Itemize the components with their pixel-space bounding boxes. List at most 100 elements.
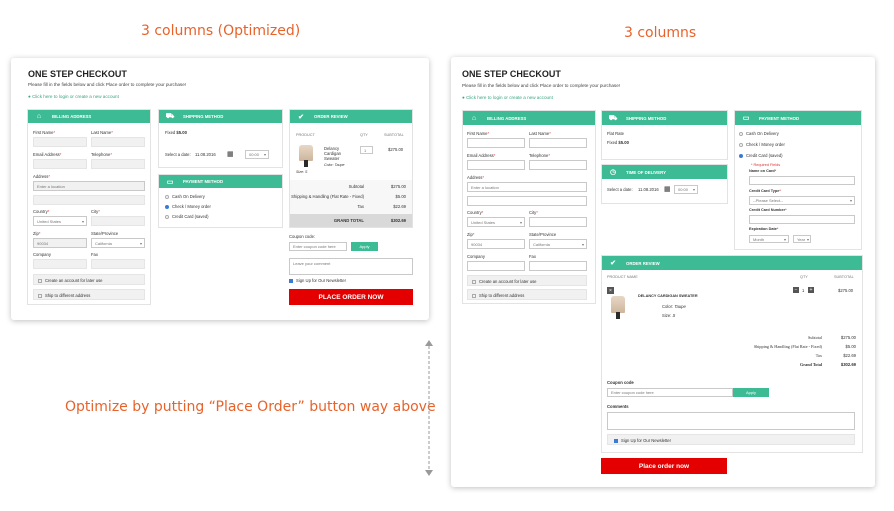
first-name-field[interactable] bbox=[467, 138, 525, 148]
select-date-label: Select a date: bbox=[607, 187, 633, 192]
calendar-icon[interactable]: ▦ bbox=[664, 185, 671, 193]
payment-option-cod[interactable]: Cash On Delivery bbox=[739, 131, 779, 136]
company-field[interactable] bbox=[33, 259, 87, 269]
comments-textarea[interactable] bbox=[607, 412, 855, 430]
country-select[interactable]: United States ▾ bbox=[33, 216, 87, 226]
chevron-down-icon: ▾ bbox=[692, 187, 695, 192]
country-select[interactable]: United States ▾ bbox=[467, 217, 525, 227]
payment-option-card[interactable]: Credit Card (saved) bbox=[165, 214, 209, 219]
delivery-section: ◷ TIME OF DELIVERY Select a date: 11.08.2… bbox=[601, 164, 728, 204]
address-field-2[interactable] bbox=[33, 195, 145, 205]
order-review-header: ✔ ORDER REVIEW bbox=[290, 110, 412, 123]
date-value[interactable]: 11.08.2016 bbox=[638, 187, 659, 192]
create-account-checkbox[interactable]: Create an account for later use bbox=[33, 274, 145, 285]
address-label: Address* bbox=[33, 174, 51, 179]
card-number-field[interactable] bbox=[749, 215, 855, 224]
check-icon: ✔ bbox=[610, 260, 616, 267]
apply-button[interactable]: Apply bbox=[351, 242, 378, 251]
comment-textarea[interactable]: Leave your comment bbox=[289, 258, 413, 275]
fax-field[interactable] bbox=[91, 259, 145, 269]
last-name-field[interactable] bbox=[91, 137, 145, 147]
card-type-select[interactable]: --Please Select-- ▾ bbox=[749, 196, 855, 205]
zip-field[interactable]: 90034 bbox=[467, 239, 525, 249]
date-value[interactable]: 11.08.2016 bbox=[195, 152, 216, 157]
clock-icon: ◷ bbox=[609, 169, 617, 176]
company-field[interactable] bbox=[467, 261, 525, 271]
payment-option-check[interactable]: Check / Money order bbox=[739, 142, 785, 147]
truck-icon: ⛟ bbox=[165, 113, 175, 120]
apply-button[interactable]: Apply bbox=[733, 388, 769, 397]
qty-value: 1 bbox=[802, 288, 805, 293]
time-select[interactable]: 00:00 ▾ bbox=[245, 150, 269, 159]
time-select[interactable]: 00:00 ▾ bbox=[674, 185, 698, 194]
address-field-2[interactable] bbox=[467, 196, 587, 206]
tax-label: Tax bbox=[815, 353, 822, 358]
ship-different-checkbox[interactable]: Ship to different address bbox=[33, 289, 145, 300]
state-label: State/Province bbox=[529, 232, 557, 237]
fax-label: Fax bbox=[529, 254, 536, 259]
telephone-field[interactable] bbox=[91, 159, 145, 169]
state-select[interactable]: California ▾ bbox=[91, 238, 145, 248]
telephone-field[interactable] bbox=[529, 160, 587, 170]
product-price: $275.00 bbox=[838, 288, 854, 293]
chevron-down-icon: ▾ bbox=[806, 236, 809, 242]
payment-option-card[interactable]: Credit Card (saved) bbox=[739, 153, 783, 158]
card-type-label: Credit Card Type* bbox=[749, 189, 781, 193]
product-image bbox=[611, 296, 625, 319]
login-link[interactable]: ● Click here to login or create a new ac… bbox=[28, 94, 119, 99]
fax-field[interactable] bbox=[529, 261, 587, 271]
subtotal-value: $275.00 bbox=[840, 335, 856, 340]
home-icon: ⌂ bbox=[36, 113, 42, 120]
city-field[interactable] bbox=[529, 217, 587, 227]
col-qty: QTY bbox=[800, 275, 808, 279]
chevron-down-icon: ▾ bbox=[519, 219, 522, 225]
name-on-card-field[interactable] bbox=[749, 176, 855, 185]
chevron-down-icon: ▾ bbox=[81, 218, 84, 224]
telephone-label: Telephone* bbox=[529, 153, 550, 158]
state-select[interactable]: California ▾ bbox=[529, 239, 587, 249]
address-field[interactable]: Enter a location bbox=[467, 182, 587, 192]
product-size: Size: S bbox=[296, 170, 308, 174]
shipping-value: $5.00 bbox=[845, 344, 856, 349]
caption-left: 3 columns (Optimized) bbox=[141, 23, 301, 39]
tax-label: Tax bbox=[357, 204, 364, 209]
address-field[interactable]: Enter a location bbox=[33, 181, 145, 191]
calendar-icon[interactable]: ▦ bbox=[227, 150, 234, 158]
qty-input[interactable]: 1 bbox=[360, 146, 373, 154]
qty-plus-button[interactable]: + bbox=[808, 287, 814, 293]
credit-card-icon: ▭ bbox=[742, 115, 750, 122]
shipping-header: ⛟ SHIPPING METHOD bbox=[159, 110, 282, 123]
year-select[interactable]: Year ▾ bbox=[793, 235, 811, 243]
shipping-section: ⛟ SHIPPING METHOD Fixed $5.00 Select a da… bbox=[158, 109, 283, 168]
login-link[interactable]: ● Click here to login or create a new ac… bbox=[462, 95, 553, 100]
right-checkout-card: ONE STEP CHECKOUT Please fill in the fie… bbox=[451, 57, 875, 487]
place-order-button[interactable]: Place order now bbox=[601, 458, 727, 474]
coupon-input[interactable]: Enter coupon code here bbox=[607, 388, 733, 397]
month-select[interactable]: Month ▾ bbox=[749, 235, 789, 243]
last-name-field[interactable] bbox=[529, 138, 587, 148]
zip-field[interactable]: 90034 bbox=[33, 238, 87, 248]
coupon-input[interactable]: Enter coupon code here bbox=[289, 242, 347, 251]
zip-label: Zip* bbox=[33, 231, 41, 236]
grand-total-label: Grand Total bbox=[800, 362, 822, 367]
shipping-fixed: Fixed $5.00 bbox=[165, 130, 187, 135]
newsletter-checkbox[interactable]: Sign Up for Our Newsletter bbox=[289, 278, 346, 283]
country-label: Country* bbox=[467, 210, 484, 215]
required-note: * Required Fields bbox=[751, 163, 781, 167]
payment-option-cod[interactable]: Cash On Delivery bbox=[165, 194, 205, 199]
city-field[interactable] bbox=[91, 216, 145, 226]
email-field[interactable] bbox=[33, 159, 87, 169]
product-image bbox=[299, 145, 313, 167]
remove-item-icon[interactable]: × bbox=[607, 287, 614, 294]
chevron-down-icon: ▾ bbox=[581, 241, 584, 247]
place-order-button[interactable]: PLACE ORDER NOW bbox=[289, 289, 413, 305]
subtotal-label: Subtotal bbox=[808, 335, 822, 340]
payment-option-check[interactable]: Check / Money order bbox=[165, 204, 211, 209]
email-field[interactable] bbox=[467, 160, 525, 170]
qty-minus-button[interactable]: − bbox=[793, 287, 799, 293]
create-account-checkbox[interactable]: Create an account for later use bbox=[467, 275, 587, 286]
first-name-field[interactable] bbox=[33, 137, 87, 147]
newsletter-checkbox[interactable]: Sign Up for Our Newsletter bbox=[607, 434, 855, 445]
last-name-label: Last Name* bbox=[529, 131, 551, 136]
ship-different-checkbox[interactable]: Ship to different address bbox=[467, 289, 587, 300]
